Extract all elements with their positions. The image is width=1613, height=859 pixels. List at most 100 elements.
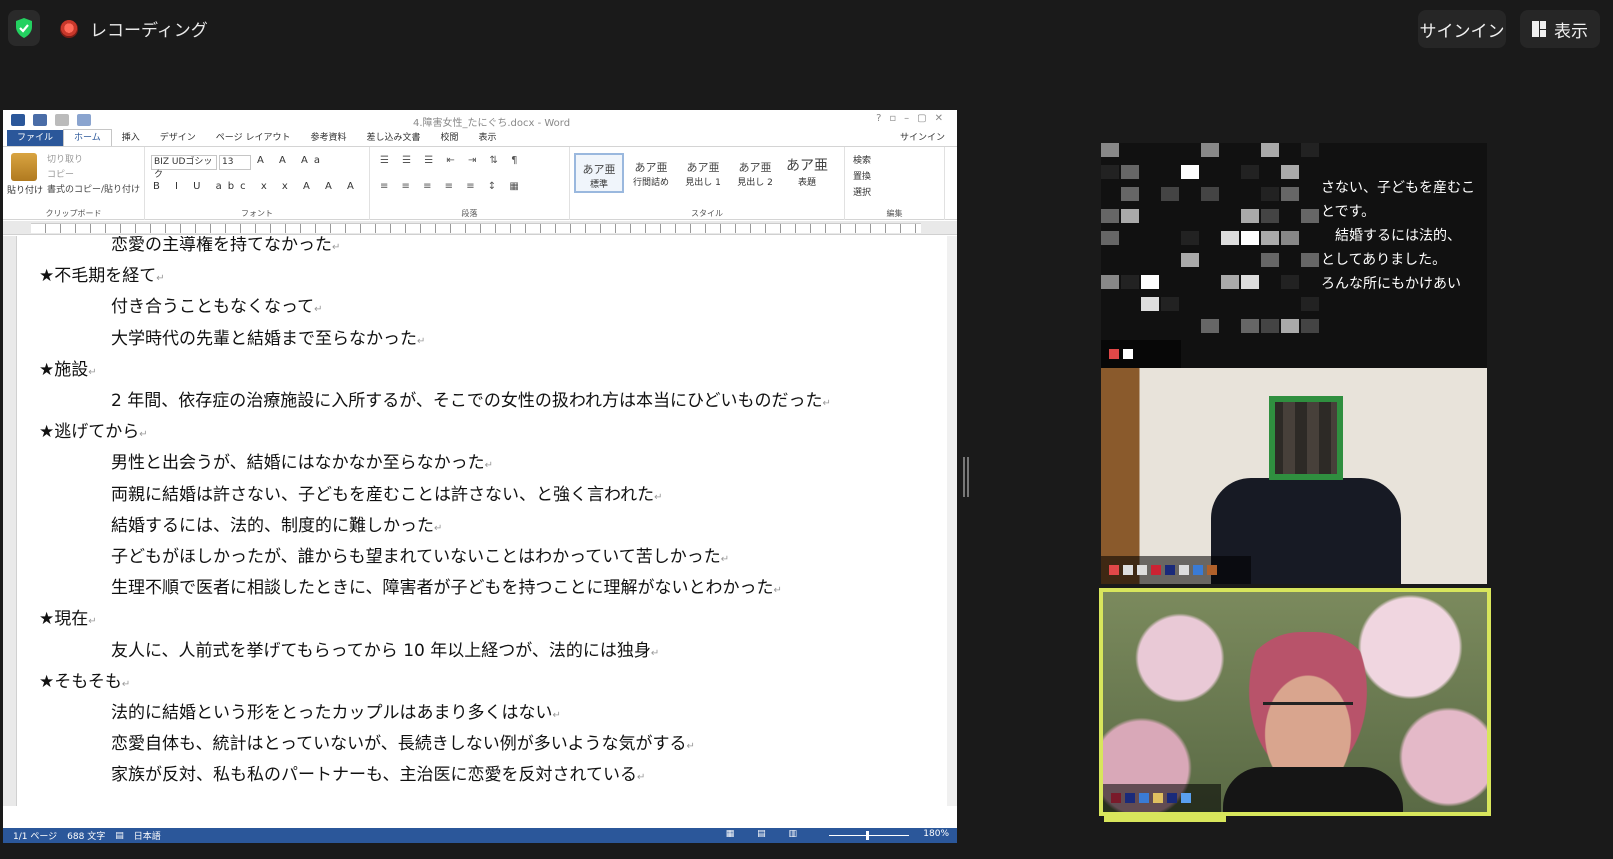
- mosaic-block: [1241, 209, 1259, 223]
- find-button[interactable]: 検索: [853, 153, 871, 169]
- mosaic-block: [1181, 297, 1199, 311]
- zoom-level[interactable]: 180%: [923, 829, 949, 839]
- font-name-select[interactable]: BIZ UDゴシック: [151, 155, 217, 180]
- mosaic-block: [1161, 187, 1179, 201]
- mosaic-block: [1161, 297, 1179, 311]
- document-paragraph[interactable]: 大学時代の先輩と結婚まで至らなかった↵: [111, 324, 425, 349]
- window-controls[interactable]: ?▫–▢✕: [876, 113, 951, 124]
- styles-group: あア亜 標準 あア亜 行間詰め あア亜 見出し 1 あア亜 見出し 2 あア亜 表題 スタ…: [570, 147, 845, 220]
- redo-icon[interactable]: [77, 114, 91, 126]
- document-page[interactable]: 恋愛の主導権を持てなかった↵ ★不毛期を経て↵ 付き合うこともなくなって↵ 大学時代の…: [19, 236, 949, 806]
- active-speaker-video-tile[interactable]: [1099, 588, 1491, 816]
- participant-name-bar: [1101, 340, 1181, 368]
- font-group: BIZ UDゴシック 13 A A Aa B I U abc x x A A A…: [145, 147, 370, 220]
- select-button[interactable]: 選択: [853, 185, 871, 201]
- mosaic-block: [1261, 143, 1279, 157]
- paragraph-mark-icon: ↵: [773, 585, 782, 597]
- zoom-slider-thumb[interactable]: [866, 831, 869, 840]
- document-heading[interactable]: ★施設↵: [39, 355, 97, 380]
- shield-check-icon: [16, 18, 32, 38]
- document-paragraph[interactable]: 男性と出会うが、結婚にはなかなか至らなかった↵: [111, 448, 493, 473]
- copy-button[interactable]: コピー: [47, 168, 140, 183]
- font-size-buttons[interactable]: A A Aa: [257, 155, 326, 166]
- tab-design[interactable]: デザイン: [150, 130, 206, 146]
- word-signin[interactable]: サインイン: [890, 130, 955, 146]
- format-painter-button[interactable]: 書式のコピー/貼り付け: [47, 183, 140, 198]
- tab-home[interactable]: ホーム: [63, 129, 112, 146]
- mosaic-block: [1301, 297, 1319, 311]
- page-count[interactable]: 1/1 ページ: [13, 829, 57, 842]
- font-format-buttons[interactable]: B I U abc x x A A A: [153, 181, 360, 192]
- document-paragraph[interactable]: 結婚するには、法的、制度的に難しかった↵: [111, 511, 442, 536]
- word-count[interactable]: 688 文字: [67, 829, 105, 842]
- mosaic-block: [1261, 231, 1279, 245]
- document-paragraph[interactable]: 恋愛自体も、統計はとっていないが、長続きしない例が多いような気がする↵: [111, 729, 695, 754]
- style-title[interactable]: あア亜 表題: [782, 153, 832, 193]
- document-heading[interactable]: ★現在↵: [39, 604, 97, 629]
- paste-button[interactable]: 貼り付け: [7, 183, 43, 196]
- paragraph-mark-icon: ↵: [417, 335, 426, 347]
- language[interactable]: 日本語: [134, 829, 161, 842]
- tab-references[interactable]: 参考資料: [300, 130, 356, 146]
- document-paragraph[interactable]: 法的に結婚という形をとったカップルはあまり多くはない↵: [111, 698, 561, 723]
- style-no-spacing[interactable]: あア亜 行間詰め: [626, 153, 676, 193]
- style-heading-1[interactable]: あア亜 見出し 1: [678, 153, 728, 193]
- participant-video-tile[interactable]: [1101, 368, 1487, 584]
- document-paragraph[interactable]: 恋愛の主導権を持てなかった↵: [111, 236, 340, 255]
- split-view-handle[interactable]: [963, 457, 969, 497]
- editing-group-label: 編集: [886, 209, 903, 218]
- document-heading[interactable]: ★逃げてから↵: [39, 417, 148, 442]
- vertical-scrollbar[interactable]: [947, 236, 957, 806]
- tab-view[interactable]: 表示: [469, 130, 507, 146]
- paragraph-mark-icon: ↵: [156, 273, 165, 285]
- replace-button[interactable]: 置換: [853, 169, 871, 185]
- save-icon[interactable]: [33, 114, 47, 126]
- style-heading-2[interactable]: あア亜 見出し 2: [730, 153, 780, 193]
- paragraph-mark-icon: ↵: [654, 491, 663, 503]
- tab-mailings[interactable]: 差し込み文書: [356, 130, 430, 146]
- paragraph-mark-icon: ↵: [88, 366, 97, 378]
- layout-icon: [1532, 21, 1546, 37]
- document-text: 恋愛の主導権を持てなかった: [111, 236, 332, 255]
- caption-line: としてありました。: [1321, 252, 1447, 268]
- paste-icon[interactable]: [11, 153, 37, 181]
- vertical-ruler[interactable]: [3, 236, 17, 806]
- mosaic-block: [1261, 187, 1279, 201]
- paragraph-mark-icon: ↵: [121, 678, 131, 690]
- font-size-select[interactable]: 13: [219, 155, 251, 170]
- mosaic-block: [1301, 209, 1319, 223]
- proofing-icon[interactable]: ▤: [115, 831, 124, 841]
- document-paragraph[interactable]: 友人に、人前式を挙げてもらってから 10 年以上経つが、法的には独身↵: [111, 636, 659, 661]
- tab-insert[interactable]: 挿入: [112, 130, 150, 146]
- shared-word-window: 4.障害女性_たにぐち.docx - Word ?▫–▢✕ ファイル ホーム 挿…: [3, 110, 957, 843]
- zoom-slider[interactable]: [829, 835, 909, 836]
- document-paragraph[interactable]: 付き合うこともなくなって↵: [111, 292, 323, 317]
- participant-caption-tile[interactable]: さない、子どもを産むこ とです。 結婚するには法的、 としてありました。 ろんな…: [1101, 143, 1487, 368]
- undo-icon[interactable]: [55, 114, 69, 126]
- signin-button[interactable]: サインイン: [1418, 10, 1506, 48]
- recording-indicator[interactable]: レコーディング: [60, 16, 208, 41]
- document-paragraph[interactable]: 子どもがほしかったが、誰からも望まれていないことはわかっていて苦しかった↵: [111, 542, 729, 567]
- view-button[interactable]: 表示: [1520, 10, 1600, 48]
- mosaic-block: [1201, 187, 1219, 201]
- document-text: ★現在: [39, 609, 89, 630]
- document-paragraph[interactable]: 家族が反対、私も私のパートナーも、主治医に恋愛を反対されている↵: [111, 760, 645, 785]
- mosaic-block: [1181, 209, 1199, 223]
- document-paragraph[interactable]: 2 年間、依存症の治療施設に入所するが、そこでの女性の扱われ方は本当にひどいもの…: [111, 386, 831, 411]
- horizontal-ruler[interactable]: [3, 221, 957, 235]
- style-normal[interactable]: あア亜 標準: [574, 153, 624, 193]
- mosaic-block: [1181, 253, 1199, 267]
- document-heading[interactable]: ★不毛期を経て↵: [39, 261, 165, 286]
- security-shield-button[interactable]: [8, 10, 40, 46]
- align-buttons[interactable]: ≡ ≡ ≡ ≡ ≡ ↕ ▦: [380, 181, 524, 192]
- document-heading[interactable]: ★そもそも↵: [39, 667, 130, 692]
- document-paragraph[interactable]: 両親に結婚は許さない、子どもを産むことは許さない、と強く言われた↵: [111, 480, 663, 505]
- view-mode-buttons[interactable]: ▦ ▤ ▥: [726, 829, 807, 839]
- mosaic-block: [1301, 319, 1319, 333]
- document-paragraph[interactable]: 生理不順で医者に相談したときに、障害者が子どもを持つことに理解がないとわかった↵: [111, 573, 782, 598]
- list-buttons[interactable]: ☰ ☰ ☰ ⇤ ⇥ ⇅ ¶: [380, 155, 522, 166]
- tab-file[interactable]: ファイル: [7, 130, 64, 146]
- cut-button[interactable]: 切り取り: [47, 153, 140, 168]
- tab-page-layout[interactable]: ページ レイアウト: [206, 130, 301, 146]
- tab-review[interactable]: 校閲: [431, 130, 469, 146]
